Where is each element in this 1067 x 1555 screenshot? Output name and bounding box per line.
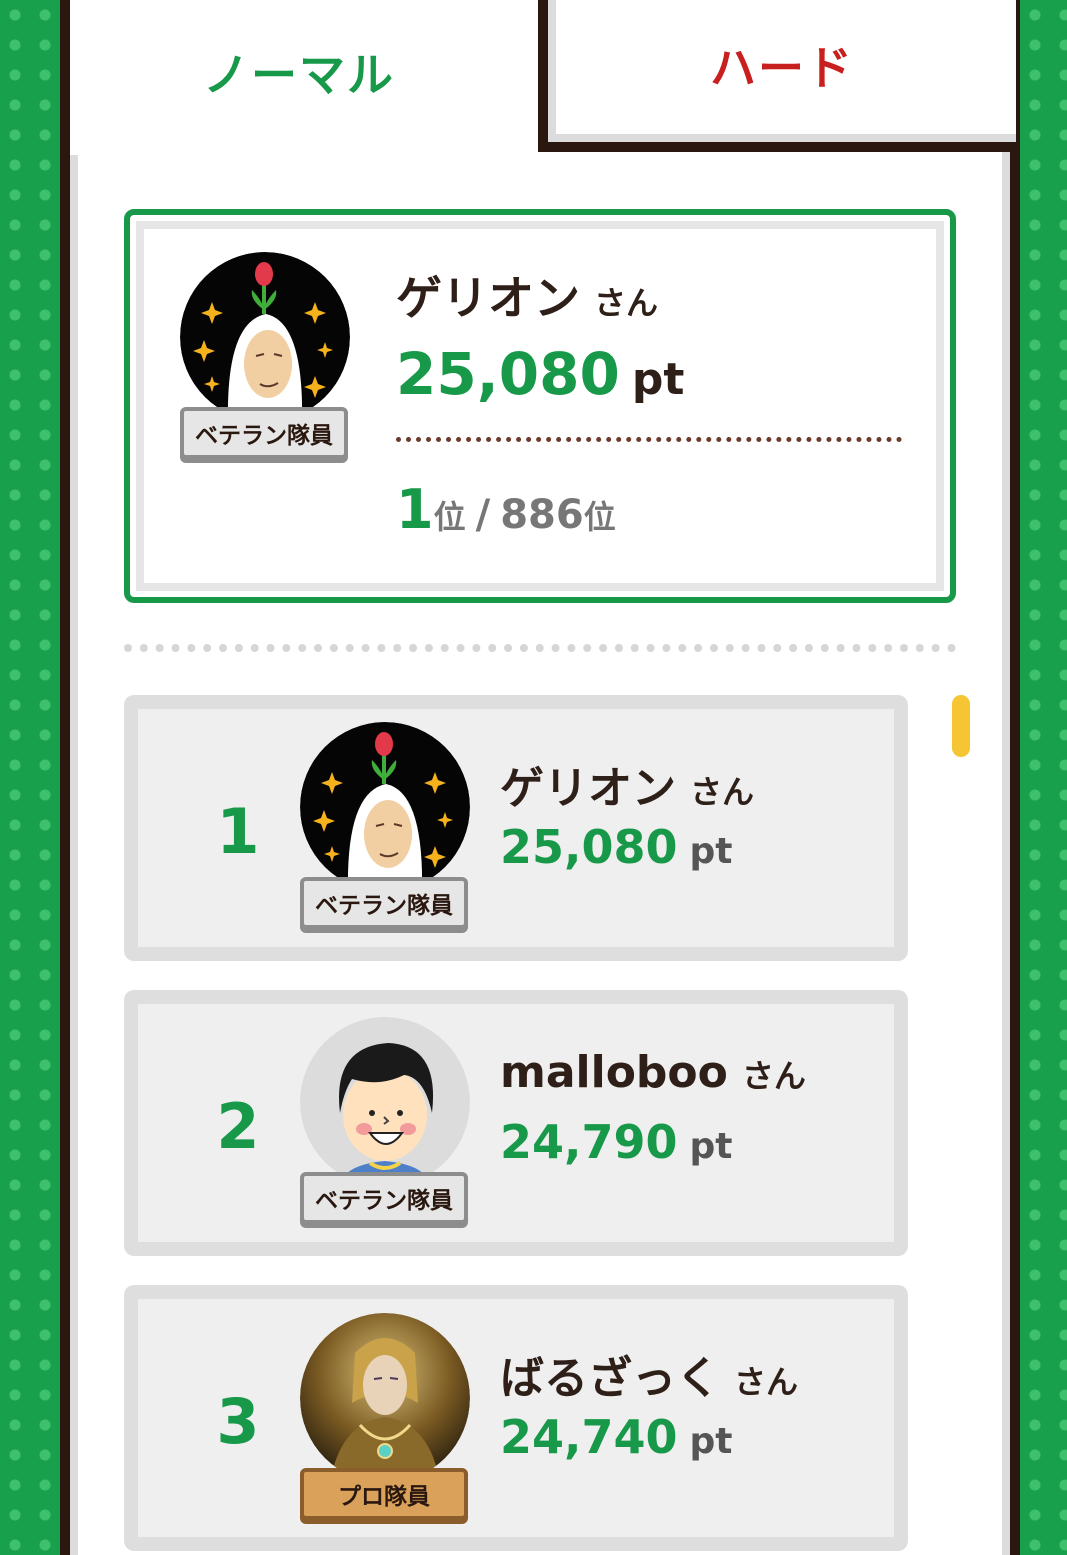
- scrollbar-thumb[interactable]: [952, 695, 970, 757]
- row-badge-label: プロ隊員: [338, 1484, 430, 1510]
- row-badge-label: ベテラン隊員: [315, 1188, 453, 1214]
- row-points-unit: pt: [689, 1421, 733, 1462]
- row-badge: プロ隊員: [300, 1468, 468, 1520]
- my-avatar: [180, 252, 350, 422]
- row-name-text: malloboo: [500, 1047, 728, 1098]
- section-divider: [124, 644, 956, 652]
- row-points: 24,790 pt: [500, 1115, 733, 1169]
- tulip-lady-avatar-icon: [180, 252, 350, 422]
- row-name: malloboo さん: [500, 1047, 806, 1098]
- my-points-unit: pt: [631, 354, 685, 405]
- smiling-boy-avatar-icon: [300, 1017, 470, 1187]
- row-rank: 3: [216, 1385, 260, 1458]
- my-rank-suffix: 位: [433, 498, 466, 536]
- row-points-value: 25,080: [500, 820, 678, 874]
- row-honorific: さん: [734, 1363, 799, 1401]
- row-avatar: [300, 1017, 470, 1187]
- total-rank-value: 886: [500, 492, 584, 538]
- row-name-text: ばるざっく: [500, 1353, 720, 1404]
- my-name: ゲリオン さん: [396, 262, 658, 328]
- my-rank-value: 1: [396, 478, 434, 541]
- my-name-text: ゲリオン: [396, 271, 580, 325]
- row-points-value: 24,790: [500, 1115, 678, 1169]
- row-badge: ベテラン隊員: [300, 1172, 468, 1224]
- tulip-lady-avatar-icon: [300, 722, 470, 892]
- row-points-unit: pt: [689, 831, 733, 872]
- my-badge: ベテラン隊員: [180, 407, 348, 459]
- total-rank-suffix: 位: [583, 498, 616, 536]
- row-points-value: 24,740: [500, 1410, 678, 1464]
- my-badge-label: ベテラン隊員: [195, 423, 333, 449]
- row-honorific: さん: [741, 1057, 806, 1095]
- my-dotted-divider: [396, 437, 902, 442]
- tab-hard[interactable]: ハード: [538, 0, 1016, 152]
- row-badge-label: ベテラン隊員: [315, 893, 453, 919]
- tab-normal[interactable]: ノーマル: [70, 0, 528, 155]
- row-name-text: ゲリオン: [500, 763, 676, 814]
- tab-normal-label: ノーマル: [203, 47, 395, 102]
- row-rank: 1: [216, 795, 260, 868]
- row-points-unit: pt: [689, 1126, 733, 1167]
- rank-separator: /: [475, 492, 491, 538]
- row-points: 24,740 pt: [500, 1410, 733, 1464]
- my-points-value: 25,080: [396, 340, 620, 408]
- row-name: ゲリオン さん: [500, 752, 754, 816]
- my-rank-line: 1位/886位: [396, 478, 616, 541]
- row-name: ばるざっく さん: [500, 1342, 798, 1406]
- my-points: 25,080 pt: [396, 340, 684, 408]
- golden-knight-avatar-icon: [300, 1313, 470, 1483]
- tab-hard-label: ハード: [710, 41, 854, 95]
- row-badge: ベテラン隊員: [300, 877, 468, 929]
- row-avatar: [300, 1313, 470, 1483]
- row-avatar: [300, 722, 470, 892]
- row-points: 25,080 pt: [500, 820, 733, 874]
- my-honorific: さん: [594, 284, 659, 322]
- row-rank: 2: [216, 1090, 260, 1163]
- row-honorific: さん: [690, 773, 755, 811]
